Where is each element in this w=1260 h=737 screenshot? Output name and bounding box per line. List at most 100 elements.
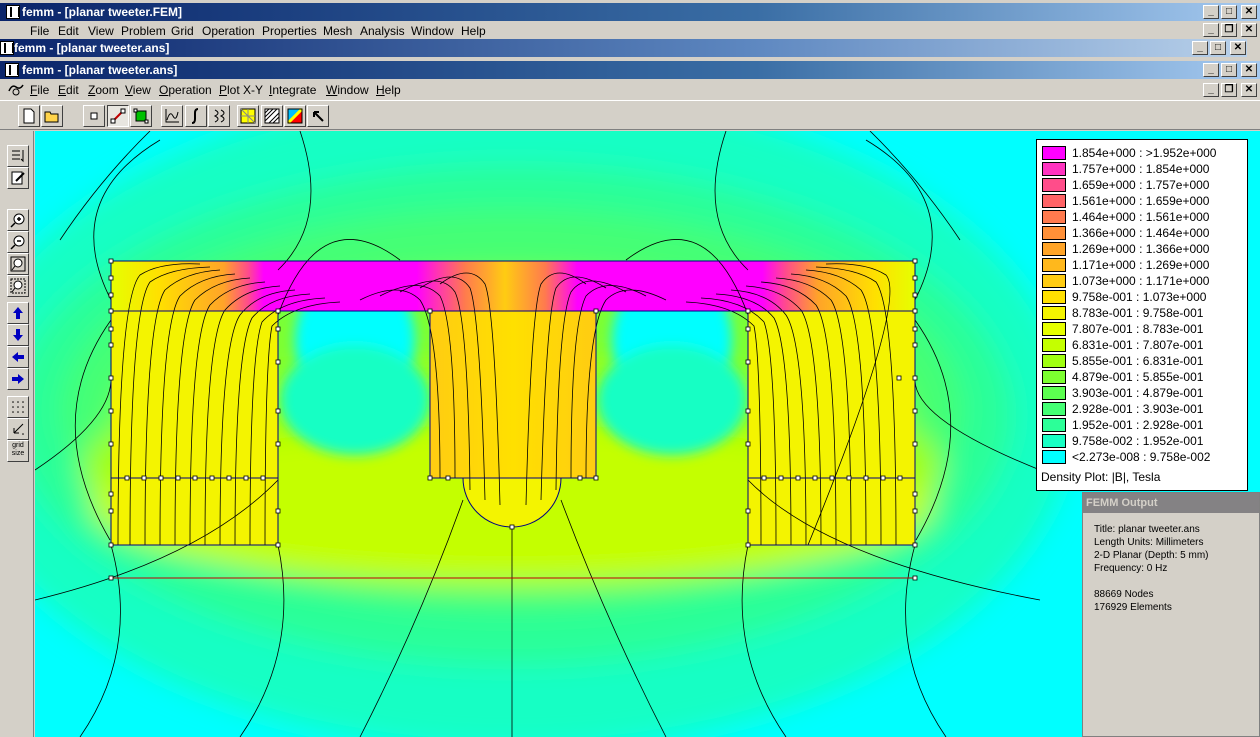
contour-button[interactable] — [208, 105, 230, 127]
legend-label: 8.783e-001 : 9.758e-001 — [1072, 306, 1204, 320]
close-icon[interactable]: ✕ — [1241, 83, 1257, 97]
femm-output-window[interactable]: FEMM Output Title: planar tweeter.ans Le… — [1082, 492, 1260, 737]
legend-swatch — [1042, 402, 1066, 416]
new-file-button[interactable] — [18, 105, 40, 127]
density-legend: Density Plot: |B|, Tesla 1.854e+000 : >1… — [1036, 139, 1248, 491]
menu-integrate[interactable]: Integrate — [269, 83, 316, 97]
minimize-icon[interactable]: _ — [1203, 63, 1219, 77]
main-toolbar — [0, 100, 1260, 130]
open-folder-icon — [44, 111, 59, 123]
middle-window-title: femm - [planar tweeter.ans] — [14, 41, 170, 55]
zoom-natural-button[interactable] — [7, 253, 29, 275]
arrow-pointer-icon — [313, 111, 324, 122]
zoom-out-button[interactable] — [7, 231, 29, 253]
legend-label: 9.758e-001 : 1.073e+000 — [1072, 290, 1207, 304]
back-menu-view[interactable]: View — [88, 24, 114, 38]
menu-operation-rest: peration — [168, 83, 212, 97]
menu-plot-xy[interactable]: Plot X-Y — [219, 83, 263, 97]
legend-label: 1.854e+000 : >1.952e+000 — [1072, 146, 1217, 160]
maximize-icon[interactable]: □ — [1221, 5, 1237, 19]
show-density-button[interactable] — [261, 105, 283, 127]
menu-integrate-rest: ntegrate — [272, 83, 317, 97]
legend-caption: Density Plot: |B|, Tesla — [1041, 470, 1161, 484]
close-icon[interactable]: ✕ — [1230, 41, 1246, 55]
pan-down-button[interactable] — [7, 324, 29, 346]
back-menu-analysis[interactable]: Analysis — [360, 24, 405, 38]
legend-swatch — [1042, 194, 1066, 208]
integrate-button[interactable] — [185, 105, 207, 127]
legend-swatch — [1042, 146, 1066, 160]
legend-swatch — [1042, 178, 1066, 192]
select-nodes-button[interactable] — [83, 105, 105, 127]
back-menu-edit[interactable]: Edit — [58, 24, 79, 38]
restore-icon[interactable]: ❐ — [1221, 83, 1237, 97]
toolbar-sort-button[interactable] — [7, 145, 29, 167]
legend-swatch — [1042, 274, 1066, 288]
integral-icon — [191, 108, 199, 124]
menu-edit-rest: dit — [66, 83, 79, 97]
arrow-up-icon — [13, 307, 23, 319]
close-icon[interactable]: ✕ — [1241, 63, 1257, 77]
back-menu-operation[interactable]: Operation — [202, 24, 255, 38]
legend-swatch — [1042, 354, 1066, 368]
back-menu-mesh[interactable]: Mesh — [323, 24, 352, 38]
menu-file[interactable]: File — [30, 83, 49, 97]
node-icon — [90, 112, 98, 120]
legend-swatch — [1042, 210, 1066, 224]
open-file-button[interactable] — [41, 105, 63, 127]
pan-left-button[interactable] — [7, 346, 29, 368]
zoom-window-icon — [10, 278, 26, 294]
back-menu-grid[interactable]: Grid — [171, 24, 194, 38]
plot-xy-button[interactable] — [161, 105, 183, 127]
pointer-button[interactable] — [307, 105, 329, 127]
minimize-icon[interactable]: _ — [1192, 41, 1208, 55]
back-window-title: femm - [planar tweeter.FEM] — [22, 5, 183, 19]
select-segments-button[interactable] — [107, 105, 129, 127]
menu-operation[interactable]: Operation — [159, 83, 212, 97]
back-menu-problem[interactable]: Problem — [121, 24, 166, 38]
front-window-titlebar[interactable]: femm - [planar tweeter.ans] _ □ ✕ — [0, 61, 1260, 79]
menu-help-rest: elp — [384, 83, 401, 97]
back-menu-properties[interactable]: Properties — [262, 24, 317, 38]
zoom-in-icon — [10, 213, 25, 228]
legend-label: 7.807e-001 : 8.783e-001 — [1072, 322, 1204, 336]
legend-swatch — [1042, 258, 1066, 272]
middle-window-titlebar[interactable]: femm - [planar tweeter.ans] _ □ ✕ — [0, 39, 1247, 57]
back-menu-window[interactable]: Window — [411, 24, 454, 38]
close-icon[interactable]: ✕ — [1241, 5, 1257, 19]
show-grid-button[interactable] — [7, 396, 29, 418]
minimize-icon[interactable]: _ — [1203, 23, 1219, 37]
minimize-icon[interactable]: _ — [1203, 83, 1219, 97]
pan-up-button[interactable] — [7, 302, 29, 324]
block-icon — [133, 108, 149, 124]
legend-swatch — [1042, 450, 1066, 464]
back-menu-help[interactable]: Help — [461, 24, 486, 38]
list-icon — [12, 150, 24, 163]
pan-right-button[interactable] — [7, 368, 29, 390]
zoom-window-button[interactable] — [7, 275, 29, 297]
close-icon[interactable]: ✕ — [1241, 23, 1257, 37]
back-menu-file[interactable]: File — [30, 24, 49, 38]
back-window-titlebar[interactable]: femm - [planar tweeter.FEM] _ □ ✕ — [0, 3, 1260, 21]
legend-label: 5.855e-001 : 6.831e-001 — [1072, 354, 1204, 368]
legend-swatch — [1042, 162, 1066, 176]
menu-view[interactable]: View — [125, 83, 151, 97]
show-vectors-button[interactable] — [284, 105, 306, 127]
maximize-icon[interactable]: □ — [1210, 41, 1226, 55]
snap-grid-button[interactable] — [7, 418, 29, 440]
menu-help[interactable]: Help — [376, 83, 401, 97]
toolbar-edit-button[interactable] — [7, 167, 29, 189]
grid-size-button[interactable]: grid size — [7, 440, 29, 462]
menu-edit[interactable]: Edit — [58, 83, 79, 97]
zoom-in-button[interactable] — [7, 209, 29, 231]
restore-icon[interactable]: ❐ — [1221, 23, 1237, 37]
select-blocks-button[interactable] — [130, 105, 152, 127]
maximize-icon[interactable]: □ — [1221, 63, 1237, 77]
snap-grid-icon — [13, 423, 24, 435]
legend-label: 3.903e-001 : 4.879e-001 — [1072, 386, 1204, 400]
menu-zoom[interactable]: Zoom — [88, 83, 119, 97]
menu-window[interactable]: Window — [326, 83, 369, 97]
show-mesh-button[interactable] — [237, 105, 259, 127]
legend-swatch — [1042, 290, 1066, 304]
minimize-icon[interactable]: _ — [1203, 5, 1219, 19]
